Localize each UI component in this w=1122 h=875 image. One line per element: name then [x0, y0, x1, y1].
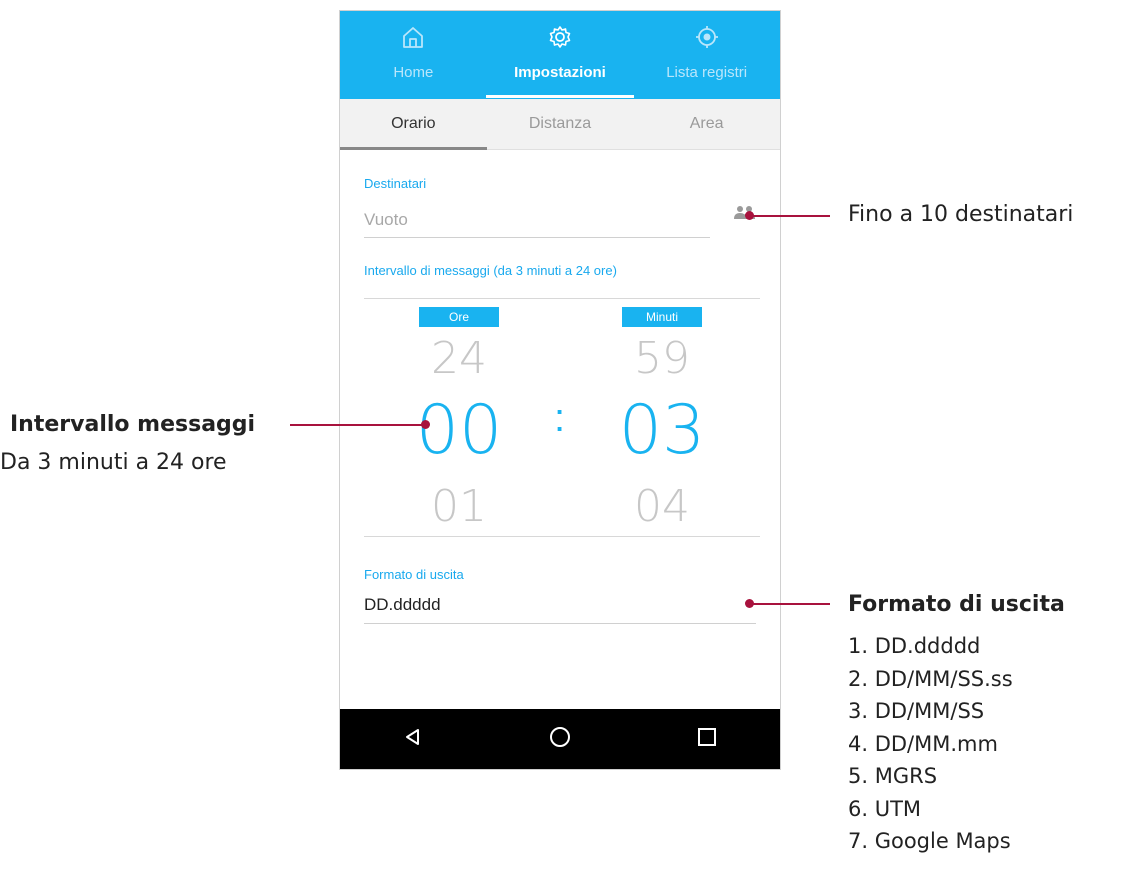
- sub-tabs: Orario Distanza Area: [340, 99, 780, 150]
- output-format-label: Formato di uscita: [364, 567, 464, 582]
- interval-bottom-divider: [364, 536, 760, 537]
- minutes-prev[interactable]: 59: [602, 333, 722, 384]
- tab-home[interactable]: Home: [340, 11, 487, 99]
- format-option: 6. UTM: [848, 796, 922, 821]
- format-options-list: 1. DD.ddddd 2. DD/MM/SS.ss 3. DD/MM/SS 4…: [848, 630, 1013, 858]
- back-button[interactable]: [340, 709, 487, 769]
- format-option: 1. DD.ddddd: [848, 634, 981, 658]
- subtab-distance[interactable]: Distanza: [487, 99, 634, 149]
- square-recents-icon: [697, 727, 717, 752]
- recipients-note: Fino a 10 destinatari: [848, 202, 1074, 227]
- output-format-select[interactable]: DD.ddddd: [364, 587, 756, 624]
- hours-tag: Ore: [419, 307, 499, 327]
- active-tab-indicator: [486, 95, 634, 98]
- format-option: 7. Google Maps: [848, 829, 1011, 853]
- tab-log-list[interactable]: Lista registri: [633, 11, 780, 99]
- minutes-next[interactable]: 04: [602, 481, 722, 532]
- hours-next[interactable]: 01: [399, 481, 519, 532]
- subtab-area[interactable]: Area: [633, 99, 780, 149]
- tab-home-label: Home: [393, 64, 434, 81]
- subtab-time[interactable]: Orario: [340, 99, 487, 150]
- circle-home-icon: [549, 726, 571, 753]
- recipients-label: Destinatari: [364, 176, 427, 191]
- gear-icon: [547, 24, 573, 55]
- format-option: 3. DD/MM/SS: [848, 699, 985, 723]
- tab-settings[interactable]: Impostazioni: [487, 11, 634, 99]
- tab-log-list-label: Lista registri: [666, 64, 748, 81]
- recipients-callout-line: [750, 215, 830, 217]
- format-option: 5. MGRS: [848, 764, 938, 788]
- hours-prev[interactable]: 24: [399, 333, 519, 384]
- recents-button[interactable]: [633, 709, 780, 769]
- back-icon: [403, 727, 423, 752]
- minutes-tag: Minuti: [622, 307, 702, 327]
- interval-annotation-title: Intervallo messaggi: [10, 412, 256, 437]
- minutes-current[interactable]: 03: [602, 391, 722, 470]
- tab-settings-label: Impostazioni: [514, 64, 606, 81]
- format-option: 2. DD/MM/SS.ss: [848, 666, 1013, 691]
- home-icon: [400, 24, 426, 55]
- top-navigation: Home Impostazioni Lista registri: [340, 11, 780, 99]
- target-icon: [694, 24, 720, 55]
- format-option: 4. DD/MM.mm: [848, 731, 998, 756]
- time-separator: :: [554, 396, 566, 440]
- interval-top-divider: [364, 298, 760, 299]
- interval-label: Intervallo di messaggi (da 3 minuti a 24…: [364, 263, 617, 278]
- system-nav-bar: [340, 709, 780, 769]
- home-button[interactable]: [487, 709, 634, 769]
- interval-callout-line: [290, 424, 425, 426]
- phone-screen: Home Impostazioni Lista registri Orario …: [339, 10, 781, 770]
- recipients-input[interactable]: [364, 203, 710, 238]
- format-callout-line: [750, 603, 830, 605]
- format-annotation-title: Formato di uscita: [848, 592, 1065, 617]
- interval-annotation-text: Da 3 minuti a 24 ore: [0, 450, 227, 475]
- hours-current[interactable]: 00: [399, 391, 519, 470]
